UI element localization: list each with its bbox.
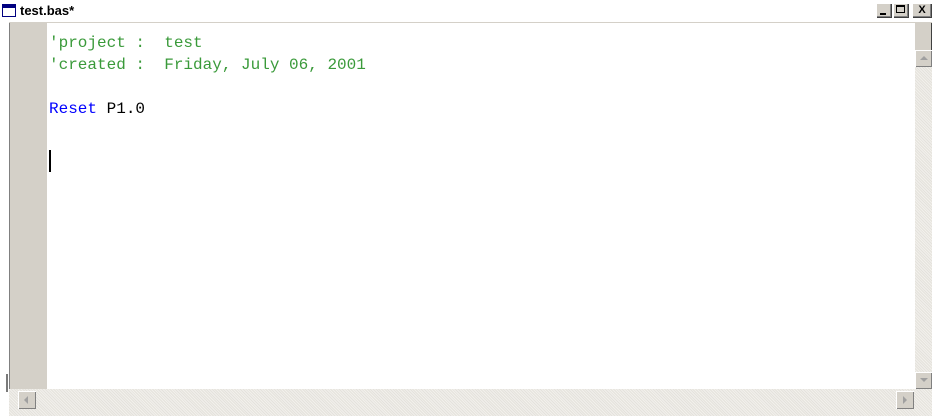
close-icon: X <box>918 4 926 16</box>
editor-window: test.bas* X 'project : test 'created : F… <box>0 0 932 416</box>
editor-gutter <box>9 23 48 389</box>
vertical-scrollbar[interactable] <box>915 50 932 389</box>
arrow-left-icon <box>24 396 28 404</box>
scroll-left-button[interactable] <box>18 391 36 409</box>
scroll-down-button[interactable] <box>915 372 932 389</box>
code-editor[interactable]: 'project : test 'created : Friday, July … <box>47 23 915 389</box>
minimize-icon <box>880 13 886 15</box>
keyword-reset: Reset <box>49 100 98 118</box>
document-window-icon[interactable] <box>2 4 16 17</box>
code-line-1[interactable]: 'project : test <box>49 33 203 53</box>
window-title: test.bas* <box>20 3 75 18</box>
edge-mark <box>6 374 8 392</box>
scroll-up-button[interactable] <box>915 50 932 67</box>
scroll-right-button[interactable] <box>896 391 914 409</box>
window-left-edge <box>0 22 9 416</box>
arrow-down-icon <box>920 378 928 382</box>
maximize-icon <box>896 5 905 13</box>
horizontal-scrollbar[interactable] <box>9 389 932 416</box>
code-operand: P1.0 <box>97 100 146 118</box>
close-button[interactable]: X <box>912 3 932 18</box>
arrow-right-icon <box>903 396 907 404</box>
arrow-up-icon <box>920 56 928 60</box>
minimize-button[interactable] <box>876 3 892 18</box>
code-line-4[interactable]: Reset P1.0 <box>49 99 145 119</box>
text-caret <box>49 150 51 172</box>
title-bar[interactable]: test.bas* X <box>0 0 932 23</box>
maximize-button[interactable] <box>893 3 909 18</box>
code-line-2[interactable]: 'created : Friday, July 06, 2001 <box>49 55 366 75</box>
